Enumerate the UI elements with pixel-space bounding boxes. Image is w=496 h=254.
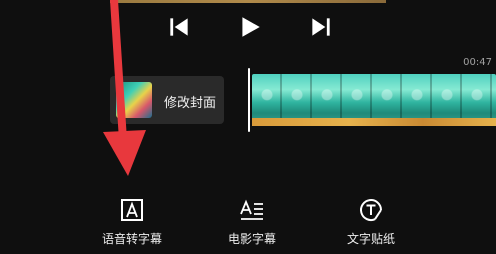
play-icon xyxy=(242,17,260,37)
skip-previous-icon xyxy=(170,18,188,36)
video-preview-edge xyxy=(110,0,386,3)
speech-to-subtitle-button[interactable]: 语音转字幕 xyxy=(97,196,167,247)
text-box-a-icon xyxy=(121,199,143,221)
speech-to-subtitle-label: 语音转字幕 xyxy=(101,232,162,246)
skip-next-icon xyxy=(312,18,330,36)
movie-subtitle-label: 电影字幕 xyxy=(227,232,276,246)
movie-subtitle-button[interactable]: 电影字幕 xyxy=(224,196,280,247)
movie-subtitle-icon xyxy=(240,199,263,220)
edit-cover-button[interactable]: 修改封面 xyxy=(110,76,224,124)
timeline-time: 00:47 xyxy=(463,57,492,68)
play-button[interactable] xyxy=(237,14,263,40)
cover-thumbnail xyxy=(116,82,152,118)
clip-audio-strip xyxy=(252,118,496,126)
text-sticker-icon xyxy=(360,199,382,221)
playhead[interactable] xyxy=(248,68,250,132)
edit-cover-label: 修改封面 xyxy=(164,96,217,111)
text-sticker-button[interactable]: 文字贴纸 xyxy=(343,196,399,247)
next-frame-button[interactable] xyxy=(308,14,334,40)
previous-frame-button[interactable] xyxy=(166,14,192,40)
text-sticker-label: 文字贴纸 xyxy=(346,232,395,246)
